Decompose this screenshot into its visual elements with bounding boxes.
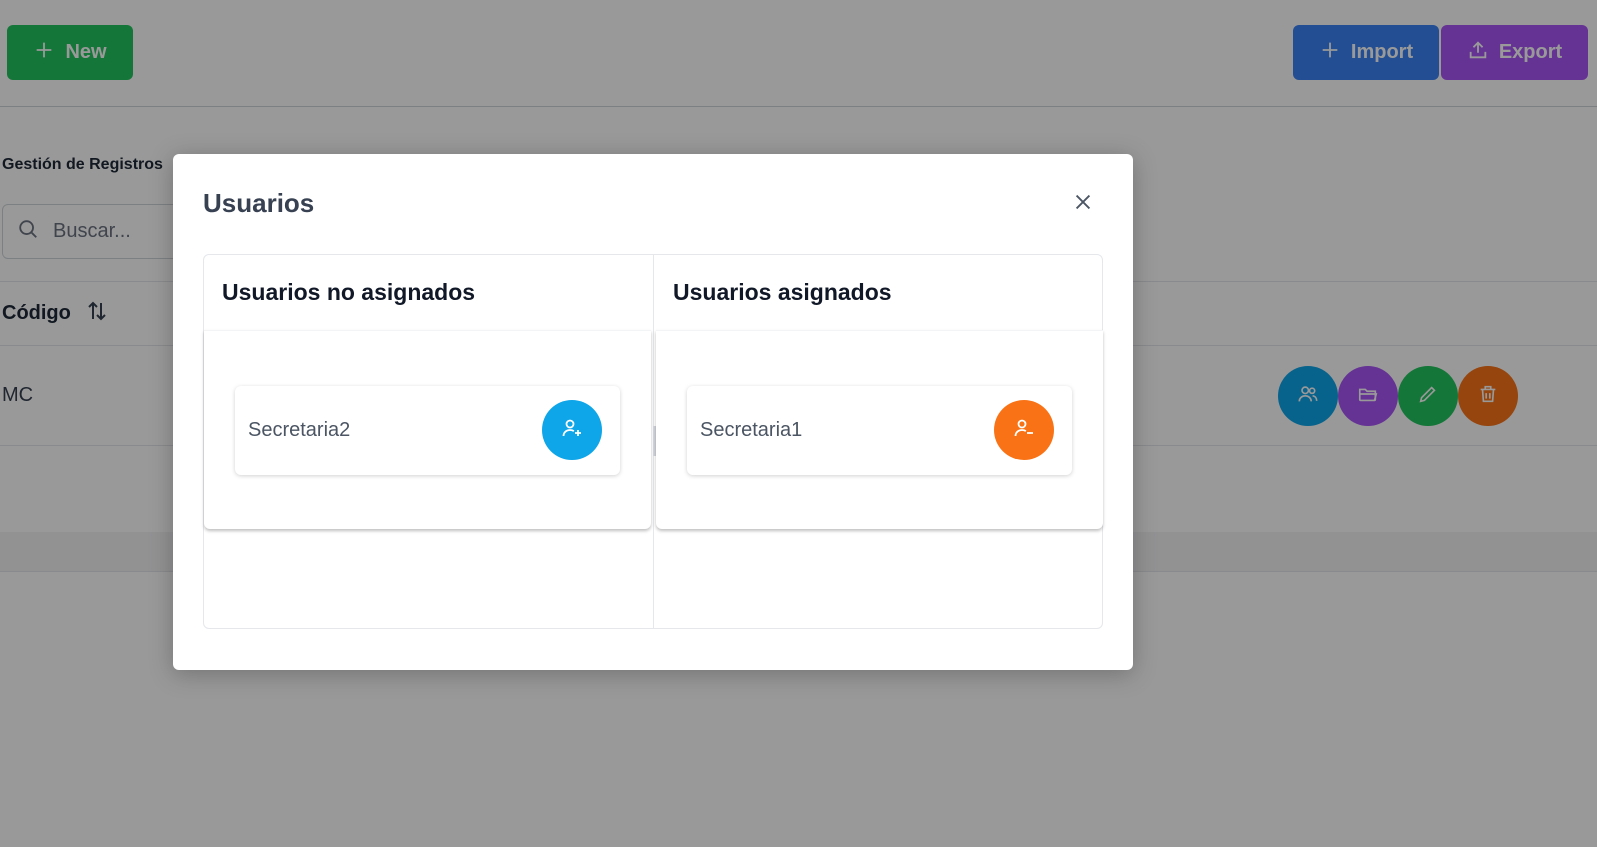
dialog-title: Usuarios: [203, 188, 315, 218]
list-item[interactable]: Secretaria2: [235, 386, 620, 475]
user-name: Secretaria1: [700, 419, 803, 441]
user-picklist: Usuarios no asignados Usuarios asignados…: [203, 254, 1103, 629]
close-button[interactable]: [1069, 190, 1097, 218]
close-icon: [1072, 191, 1094, 218]
users-dialog: Usuarios Usuarios no asignados Usuarios …: [173, 154, 1133, 670]
unassigned-list: Secretaria2: [204, 330, 651, 529]
user-minus-icon: [1012, 416, 1036, 445]
assigned-title: Usuarios asignados: [673, 279, 892, 305]
user-plus-icon: [560, 416, 584, 445]
unassign-user-button[interactable]: [994, 400, 1054, 460]
assigned-list: Secretaria1: [656, 330, 1103, 529]
unassigned-title: Usuarios no asignados: [222, 279, 476, 305]
list-item[interactable]: Secretaria1: [687, 386, 1072, 475]
assign-user-button[interactable]: [542, 400, 602, 460]
user-name: Secretaria2: [248, 419, 351, 441]
